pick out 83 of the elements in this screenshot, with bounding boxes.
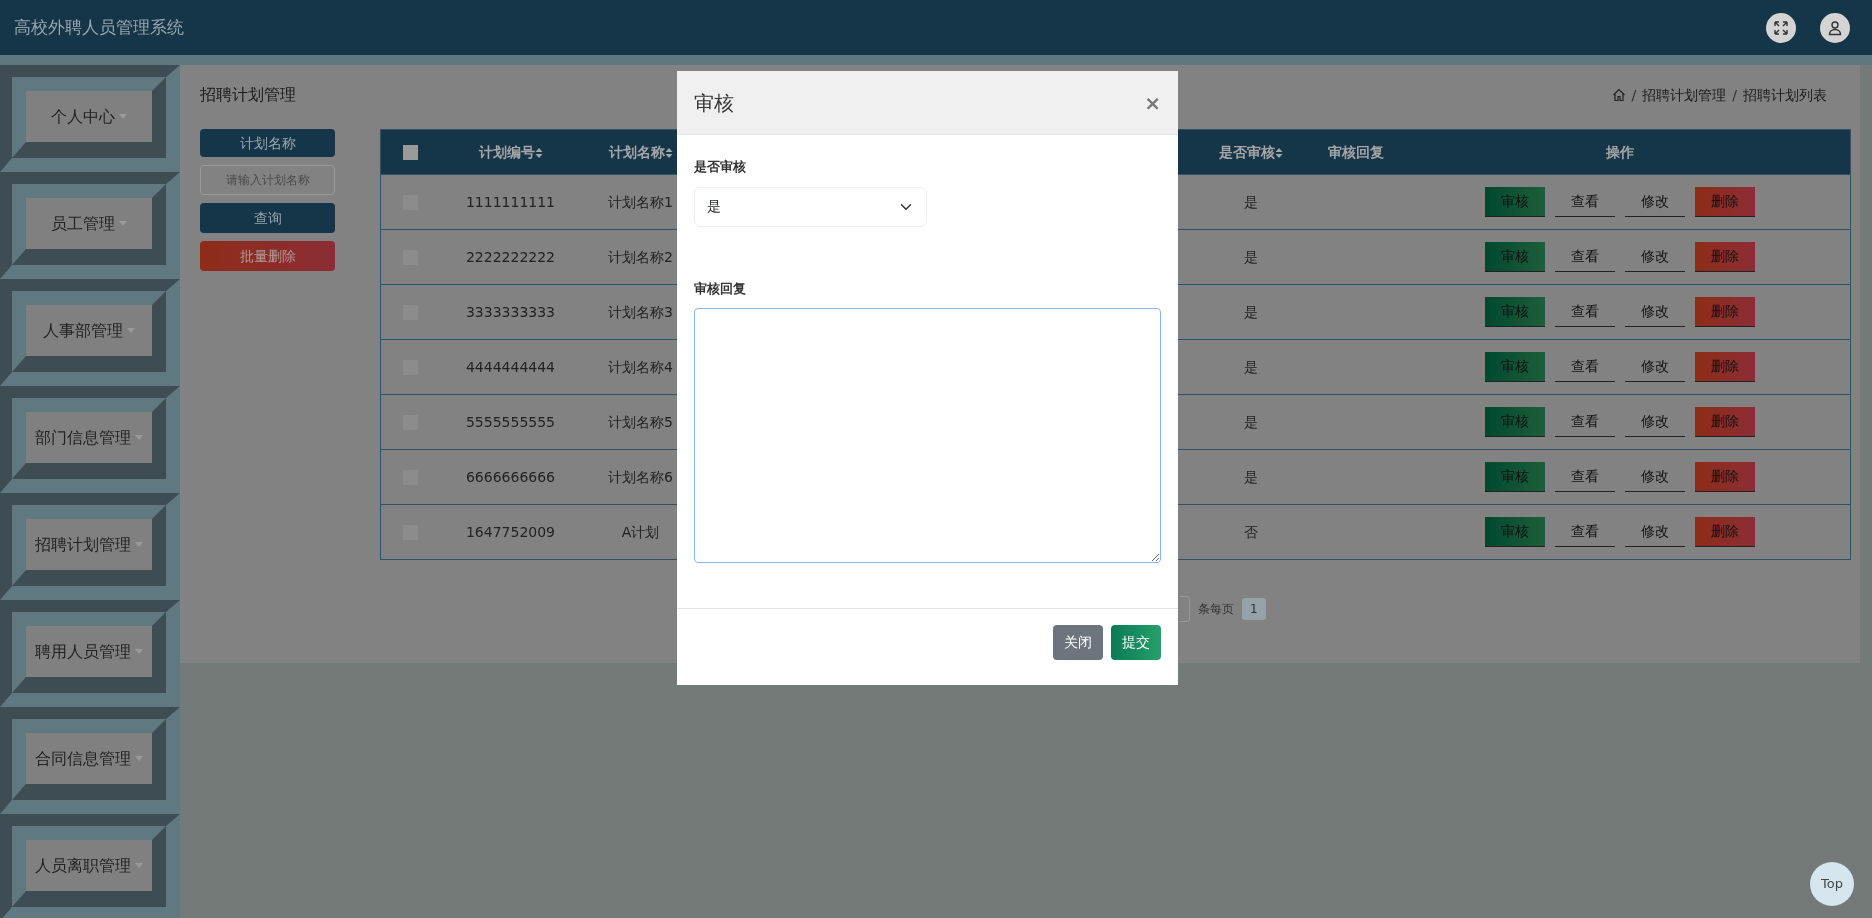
breadcrumb-separator: /: [1731, 85, 1738, 105]
breadcrumb-separator: /: [1630, 85, 1638, 105]
field-label: 是否审核: [694, 158, 747, 176]
caret-icon: [135, 863, 143, 868]
table-cell: 是: [1180, 284, 1321, 340]
breadcrumb-item[interactable]: 招聘计划管理: [1642, 84, 1727, 106]
action-button[interactable]: 查看: [1555, 517, 1616, 547]
table-cell: 是: [1180, 174, 1321, 230]
user-icon: [1827, 19, 1843, 36]
close-modal-button[interactable]: 关闭: [1053, 625, 1103, 660]
action-button[interactable]: 修改: [1625, 352, 1686, 382]
delete-button[interactable]: 删除: [1695, 352, 1756, 382]
table-cell: 3333333333: [440, 284, 581, 340]
caret-icon: [135, 435, 143, 440]
delete-button[interactable]: 删除: [1695, 517, 1756, 547]
expand-icon: [1773, 19, 1789, 36]
table-cell: 5555555555: [440, 394, 581, 450]
reply-textarea[interactable]: [694, 308, 1161, 563]
action-button[interactable]: 查看: [1555, 187, 1616, 217]
approval-select[interactable]: 是: [694, 186, 927, 227]
action-button[interactable]: 修改: [1625, 407, 1686, 437]
caret-icon: [127, 328, 135, 333]
action-button[interactable]: 查看: [1555, 297, 1616, 327]
caret-icon: [135, 756, 143, 761]
sidebar-item[interactable]: 聘用人员管理: [26, 626, 152, 677]
action-button[interactable]: 修改: [1625, 517, 1686, 547]
table-cell: 是: [1180, 394, 1321, 450]
page-size-label: 条每页: [1198, 601, 1234, 618]
fullscreen-button[interactable]: [1766, 12, 1796, 43]
close-button[interactable]: ×: [1144, 92, 1161, 113]
action-button[interactable]: 查看: [1555, 352, 1616, 382]
sidebar-item[interactable]: 员工管理: [26, 198, 152, 249]
action-button[interactable]: 修改: [1625, 242, 1686, 272]
table-cell: 否: [1180, 504, 1321, 560]
back-to-top-button[interactable]: Top: [1810, 862, 1854, 906]
sidebar-item[interactable]: 合同信息管理: [26, 733, 152, 784]
column-header[interactable]: 计划名称: [608, 143, 673, 160]
delete-button[interactable]: 删除: [1695, 407, 1756, 437]
column-header[interactable]: 是否审核: [1218, 143, 1283, 160]
action-button[interactable]: 修改: [1625, 187, 1686, 217]
sort-icon: [664, 146, 673, 159]
modal-title: 审核: [694, 89, 734, 117]
breadcrumb-item[interactable]: 招聘计划列表: [1743, 84, 1827, 106]
action-button[interactable]: 查看: [1555, 462, 1616, 492]
batch-delete-button[interactable]: 批量删除: [200, 241, 335, 271]
table-cell: 4444444444: [440, 339, 581, 395]
delete-button[interactable]: 删除: [1695, 462, 1756, 492]
sidebar-item[interactable]: 部门信息管理: [26, 412, 152, 463]
caret-icon: [119, 114, 127, 119]
table-cell: 1111111111: [440, 174, 581, 230]
sidebar-item[interactable]: 招聘计划管理: [26, 519, 152, 570]
action-button[interactable]: 修改: [1625, 297, 1686, 327]
search-label: 计划名称: [200, 129, 335, 157]
table-cell: 6666666666: [440, 449, 581, 505]
sort-icon: [1274, 146, 1283, 159]
sidebar-item[interactable]: 人事部管理: [26, 305, 152, 356]
submit-button[interactable]: 提交: [1111, 625, 1161, 660]
select-all-checkbox[interactable]: [403, 145, 419, 160]
column-header[interactable]: 计划编号: [478, 143, 543, 160]
action-button[interactable]: 修改: [1625, 462, 1686, 492]
table-cell: 是: [1180, 339, 1321, 395]
delete-button[interactable]: 删除: [1695, 187, 1756, 217]
table-cell: 是: [1180, 449, 1321, 505]
action-button[interactable]: 查看: [1555, 242, 1616, 272]
table-cell: 1647752009: [440, 504, 581, 560]
column-header[interactable]: 操作: [1606, 143, 1635, 160]
page-title: 招聘计划管理: [200, 84, 296, 106]
sidebar-item[interactable]: 人员离职管理: [26, 840, 152, 891]
caret-icon: [135, 542, 143, 547]
table-cell: 2222222222: [440, 229, 581, 285]
delete-button[interactable]: 删除: [1695, 242, 1756, 272]
user-button[interactable]: [1820, 12, 1850, 43]
table-cell: 是: [1180, 229, 1321, 285]
caret-icon: [135, 649, 143, 654]
sort-icon: [534, 146, 543, 159]
action-button[interactable]: 查看: [1555, 407, 1616, 437]
app-title: 高校外聘人员管理系统: [14, 15, 184, 39]
home-icon[interactable]: [1611, 88, 1626, 102]
sidebar-item[interactable]: 个人中心: [26, 91, 152, 142]
delete-button[interactable]: 删除: [1695, 297, 1756, 327]
page-button[interactable]: 1: [1242, 598, 1266, 620]
query-button[interactable]: 查询: [200, 203, 335, 233]
caret-icon: [119, 221, 127, 226]
